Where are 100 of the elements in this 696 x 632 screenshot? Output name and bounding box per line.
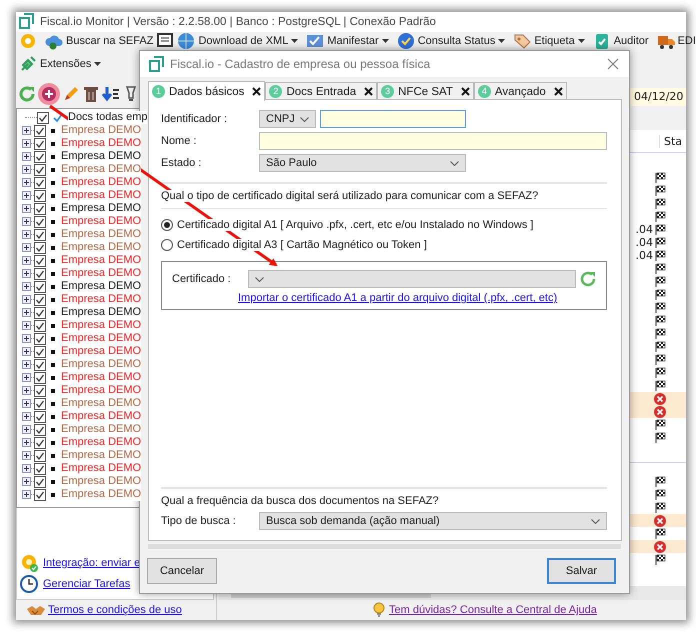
trash-icon[interactable] [82,85,100,103]
expand-icon[interactable] [22,438,31,447]
toolbar-button[interactable]: Manifestar [306,32,389,50]
checkbox[interactable] [34,254,46,266]
checkbox[interactable] [34,202,46,214]
checkbox[interactable] [34,228,46,240]
tree-item[interactable]: Empresa DEMO [61,150,142,163]
expand-icon[interactable] [22,373,31,382]
checkbox[interactable] [34,150,46,162]
toolbar-button[interactable]: Auditor [592,32,649,50]
checkbox[interactable] [34,164,46,176]
checkbox[interactable] [34,488,46,500]
expand-icon[interactable] [22,165,31,174]
tree-item[interactable]: Empresa DEMO [61,228,142,241]
expand-icon[interactable] [22,425,31,434]
close-icon[interactable] [554,87,563,96]
state-dropdown[interactable]: São Paulo [259,154,466,172]
checkbox[interactable] [34,410,46,422]
tree-item[interactable]: Empresa DEMO [61,254,142,267]
expand-icon[interactable] [22,230,31,239]
date-field[interactable]: 04/12/20 [628,88,686,106]
expand-icon[interactable] [22,386,31,395]
checkbox[interactable] [34,190,46,202]
expand-icon[interactable] [22,308,31,317]
expand-icon[interactable] [22,178,31,187]
tree-item[interactable]: Empresa DEMO [61,436,142,449]
tree-item[interactable]: Empresa DEMO [61,163,142,176]
tree-item[interactable]: Docs todas emp [68,111,148,124]
expand-icon[interactable] [22,282,31,291]
checkbox[interactable] [34,436,46,448]
link[interactable]: Gerenciar Tarefas [43,578,130,590]
expand-icon[interactable] [22,347,31,356]
checkbox[interactable] [37,112,49,124]
tree-item[interactable]: Empresa DEMO [61,358,142,371]
tree-item[interactable]: Empresa DEMO [61,410,142,423]
tree-item[interactable]: Empresa DEMO [61,241,142,254]
extensions-menu[interactable]: Extensões [19,55,102,73]
checkbox[interactable] [34,398,46,410]
tree-item[interactable]: Empresa DEMO [61,449,142,462]
expand-icon[interactable] [22,334,31,343]
tree-item[interactable]: Empresa DEMO [61,293,142,306]
expand-icon[interactable] [22,191,31,200]
radio-button[interactable] [161,239,173,251]
tree-item[interactable]: Empresa DEMO [61,176,142,189]
checkbox[interactable] [34,138,46,150]
tree-item[interactable]: Empresa DEMO [61,319,142,332]
tree-item[interactable]: Empresa DEMO [61,137,142,150]
expand-icon[interactable] [22,256,31,265]
tree-item[interactable]: Empresa DEMO [61,202,142,215]
expand-icon[interactable] [22,243,31,252]
help-link[interactable]: Tem dúvidas? Consulte a Central de Ajuda [389,604,597,616]
toolbar-button[interactable]: Etiqueta [513,32,585,50]
checkbox[interactable] [34,280,46,292]
checkbox[interactable] [34,384,46,396]
expand-icon[interactable] [22,204,31,213]
expand-icon[interactable] [22,217,31,226]
tree-item[interactable]: Empresa DEMO [61,215,142,228]
checkbox[interactable] [34,294,46,306]
identifier-field[interactable] [320,110,466,128]
expand-icon[interactable] [22,295,31,304]
radio-button[interactable] [161,219,173,231]
toolbar-button[interactable]: Download de XML [177,32,298,50]
checkbox[interactable] [34,268,46,280]
checkbox[interactable] [34,358,46,370]
name-field[interactable] [259,132,607,150]
checkbox[interactable] [34,242,46,254]
expand-icon[interactable] [22,360,31,369]
checkbox[interactable] [34,124,46,136]
expand-icon[interactable] [22,412,31,421]
checkbox[interactable] [34,476,46,488]
expand-icon[interactable] [22,269,31,278]
checkbox[interactable] [34,372,46,384]
tab[interactable]: 3 NFCe SAT [377,82,474,100]
checkbox[interactable] [34,216,46,228]
column-header[interactable]: Sta [659,134,686,148]
cancel-button[interactable]: Cancelar [147,558,217,584]
tab[interactable]: 4 Avançado [474,82,567,100]
checkbox[interactable] [34,450,46,462]
checkbox[interactable] [34,320,46,332]
tree-item[interactable]: Empresa DEMO [61,345,142,358]
expand-icon[interactable] [22,321,31,330]
expand-icon[interactable] [22,152,31,161]
expand-icon[interactable] [22,399,31,408]
sort-icon[interactable] [102,85,120,103]
expand-icon[interactable] [22,464,31,473]
tab[interactable]: 2 Docs Entrada [265,82,378,100]
checkbox[interactable] [34,176,46,188]
tree-item[interactable]: Empresa DEMO [61,371,142,384]
toolbar-button[interactable]: Consulta Status [396,32,506,50]
search-type-dropdown[interactable]: Busca sob demanda (ação manual) [259,512,607,530]
tree-item[interactable]: Empresa DEMO [61,384,142,397]
toolbar-button[interactable]: Buscar na SEFAZ [45,32,154,50]
save-button[interactable]: Salvar [547,558,616,584]
identifier-type-dropdown[interactable]: CNPJ [259,110,316,128]
toolbar-button[interactable]: EDI [656,32,696,50]
tree-item[interactable]: Empresa DEMO [61,488,142,501]
close-icon[interactable] [460,87,470,96]
tab[interactable]: 1 Dados básicos [148,81,266,101]
pencil-icon[interactable] [62,85,80,103]
tree-item[interactable]: Empresa DEMO [61,397,142,410]
